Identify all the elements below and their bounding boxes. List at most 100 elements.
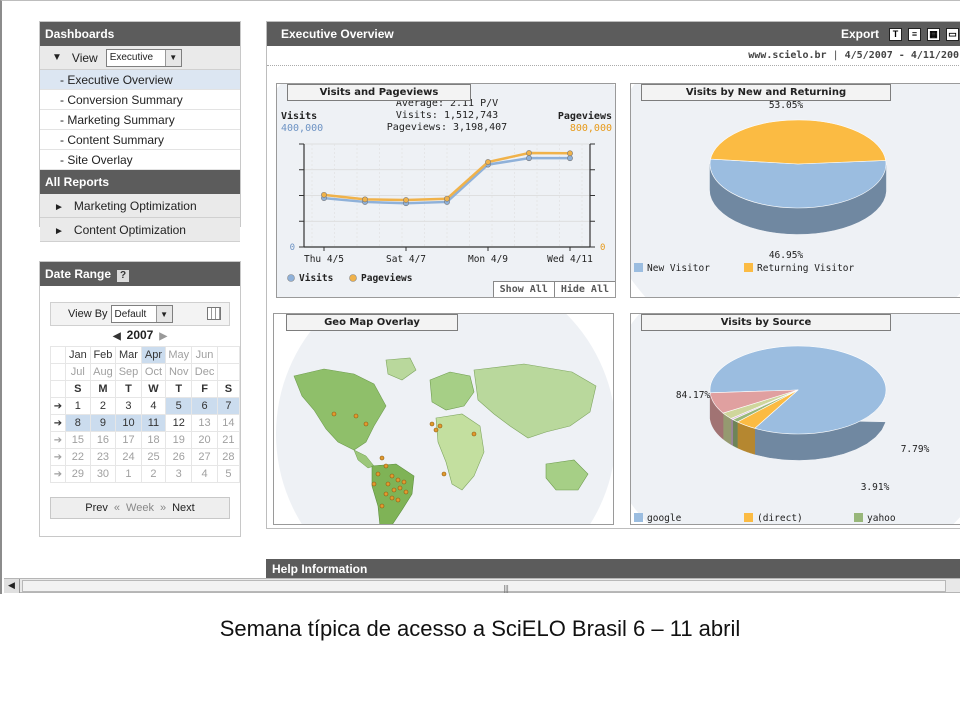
calendar-day[interactable]: 8 bbox=[64, 414, 91, 432]
view-select[interactable]: Executive ▼ bbox=[105, 48, 182, 67]
weekday-header: T bbox=[115, 380, 142, 398]
month-apr[interactable]: Apr bbox=[140, 346, 167, 364]
calendar-day[interactable]: 14 bbox=[216, 414, 241, 432]
help-information-bar[interactable]: Help Information bbox=[266, 559, 960, 579]
view-by-select[interactable]: Default ▼ bbox=[110, 305, 173, 323]
calendar-day[interactable]: 3 bbox=[165, 465, 193, 483]
export-xml-icon[interactable]: ≡ bbox=[908, 27, 921, 41]
calendar-day[interactable]: 24 bbox=[115, 448, 142, 466]
month-oct[interactable]: Oct bbox=[140, 363, 167, 381]
calendar-day[interactable]: 20 bbox=[191, 431, 218, 449]
collapse-triangle-icon[interactable]: ▼ bbox=[52, 52, 62, 63]
month-may[interactable]: May bbox=[165, 346, 193, 364]
calendar-day[interactable]: 12 bbox=[165, 414, 193, 432]
month-feb[interactable]: Feb bbox=[89, 346, 117, 364]
calendar-day[interactable]: 21 bbox=[216, 431, 241, 449]
calendar-day[interactable]: 13 bbox=[191, 414, 218, 432]
calendar-day[interactable]: 23 bbox=[89, 448, 117, 466]
calendar-day[interactable]: 4 bbox=[191, 465, 218, 483]
month-jan[interactable]: Jan bbox=[64, 346, 91, 364]
calendar-day[interactable]: 2 bbox=[140, 465, 167, 483]
select-week-arrow-icon[interactable]: ➔ bbox=[50, 431, 66, 449]
calendar-icon[interactable] bbox=[207, 307, 221, 320]
calendar-day[interactable]: 16 bbox=[89, 431, 117, 449]
nav-marketing-summary[interactable]: - Marketing Summary bbox=[40, 110, 240, 130]
select-week-arrow-icon[interactable]: ➔ bbox=[50, 414, 66, 432]
nav-site-overlay[interactable]: - Site Overlay bbox=[40, 150, 240, 170]
horizontal-scrollbar[interactable]: ◀ ||| bbox=[4, 578, 960, 593]
chart-stat-line: Visits: 1,512,743 bbox=[396, 110, 498, 121]
x-axis-tick-label: Mon 4/9 bbox=[468, 254, 508, 265]
calendar-day[interactable]: 11 bbox=[140, 414, 167, 432]
report-content-optimization[interactable]: ► Content Optimization bbox=[40, 218, 240, 242]
print-icon[interactable]: ▭ bbox=[946, 27, 959, 41]
calendar-day[interactable]: 19 bbox=[165, 431, 193, 449]
select-week-arrow-icon[interactable]: ➔ bbox=[50, 397, 66, 415]
next-week-button[interactable]: Next bbox=[172, 502, 195, 514]
date-range-title: Date Range bbox=[45, 267, 112, 281]
dashboards-panel: Dashboards ▼ View Executive ▼ - Executiv… bbox=[39, 21, 241, 242]
calendar-day[interactable]: 15 bbox=[64, 431, 91, 449]
prev-week-button[interactable]: Prev bbox=[85, 502, 108, 514]
calendar-day[interactable]: 5 bbox=[165, 397, 193, 415]
calendar-day[interactable]: 17 bbox=[115, 431, 142, 449]
report-marketing-optimization[interactable]: ► Marketing Optimization bbox=[40, 194, 240, 218]
chevron-down-icon[interactable]: ▼ bbox=[164, 49, 181, 66]
calendar-day[interactable]: 5 bbox=[216, 465, 241, 483]
calendar-day[interactable]: 25 bbox=[140, 448, 167, 466]
calendar-spacer bbox=[50, 380, 66, 398]
nav-executive-overview[interactable]: - Executive Overview bbox=[40, 70, 240, 90]
calendar-day[interactable]: 22 bbox=[64, 448, 91, 466]
visits-by-source-pie-chart: 84.17%3.91%7.79%google(direct)yahoobusca… bbox=[634, 345, 930, 524]
world-map[interactable] bbox=[274, 314, 614, 525]
month-dec[interactable]: Dec bbox=[191, 363, 218, 381]
new-returning-widget: Visits by New and Returning 53.05% 46.95%… bbox=[630, 83, 960, 298]
calendar-day[interactable]: 28 bbox=[216, 448, 241, 466]
select-week-arrow-icon[interactable]: ➔ bbox=[50, 448, 66, 466]
calendar-day[interactable]: 29 bbox=[64, 465, 91, 483]
x-axis-tick-label: Thu 4/5 bbox=[304, 254, 344, 265]
pie-value-label: 53.05% bbox=[769, 100, 804, 111]
show-all-button[interactable]: Show All bbox=[493, 282, 554, 297]
calendar-day[interactable]: 26 bbox=[165, 448, 193, 466]
visitor-marker bbox=[437, 423, 443, 429]
visitor-marker bbox=[471, 431, 477, 437]
month-jul[interactable]: Jul bbox=[64, 363, 91, 381]
new-returning-pie-chart: 53.05% 46.95% New Visitor Returning Visitor bbox=[634, 100, 887, 274]
calendar-spacer bbox=[216, 363, 241, 381]
export-text-icon[interactable]: T bbox=[889, 27, 902, 41]
calendar-spacer bbox=[50, 363, 66, 381]
calendar-day[interactable]: 3 bbox=[115, 397, 142, 415]
hide-all-button[interactable]: Hide All bbox=[553, 282, 615, 297]
calendar-day[interactable]: 1 bbox=[115, 465, 142, 483]
report-label: Marketing Optimization bbox=[73, 199, 197, 213]
next-year-icon[interactable]: ▶ bbox=[159, 331, 167, 342]
calendar-day[interactable]: 18 bbox=[140, 431, 167, 449]
calendar-day[interactable]: 4 bbox=[140, 397, 167, 415]
chevron-down-icon[interactable]: ▼ bbox=[155, 306, 172, 322]
nav-conversion-summary[interactable]: - Conversion Summary bbox=[40, 90, 240, 110]
help-icon[interactable]: ? bbox=[117, 270, 130, 282]
calendar-day[interactable]: 9 bbox=[89, 414, 117, 432]
scrollbar-thumb[interactable]: ||| bbox=[22, 580, 946, 593]
calendar-day[interactable]: 7 bbox=[216, 397, 241, 415]
prev-year-icon[interactable]: ◀ bbox=[113, 331, 121, 342]
month-jun[interactable]: Jun bbox=[191, 346, 218, 364]
month-mar[interactable]: Mar bbox=[115, 346, 142, 364]
data-point-pageviews bbox=[362, 196, 368, 203]
month-nov[interactable]: Nov bbox=[165, 363, 193, 381]
select-week-arrow-icon[interactable]: ➔ bbox=[50, 465, 66, 483]
month-sep[interactable]: Sep bbox=[115, 363, 142, 381]
calendar-day[interactable]: 30 bbox=[89, 465, 117, 483]
month-aug[interactable]: Aug bbox=[89, 363, 117, 381]
nav-content-summary[interactable]: - Content Summary bbox=[40, 130, 240, 150]
scroll-left-icon[interactable]: ◀ bbox=[4, 579, 20, 593]
calendar-day[interactable]: 2 bbox=[89, 397, 117, 415]
export-csv-icon[interactable]: ▦ bbox=[927, 27, 940, 41]
calendar-day[interactable]: 1 bbox=[64, 397, 91, 415]
visits-by-source-widget: Visits by Source 84.17% 3.91% 7.79% google (… bbox=[630, 313, 960, 525]
visitor-marker bbox=[395, 497, 401, 503]
calendar-day[interactable]: 6 bbox=[191, 397, 218, 415]
calendar-day[interactable]: 10 bbox=[115, 414, 142, 432]
calendar-day[interactable]: 27 bbox=[191, 448, 218, 466]
